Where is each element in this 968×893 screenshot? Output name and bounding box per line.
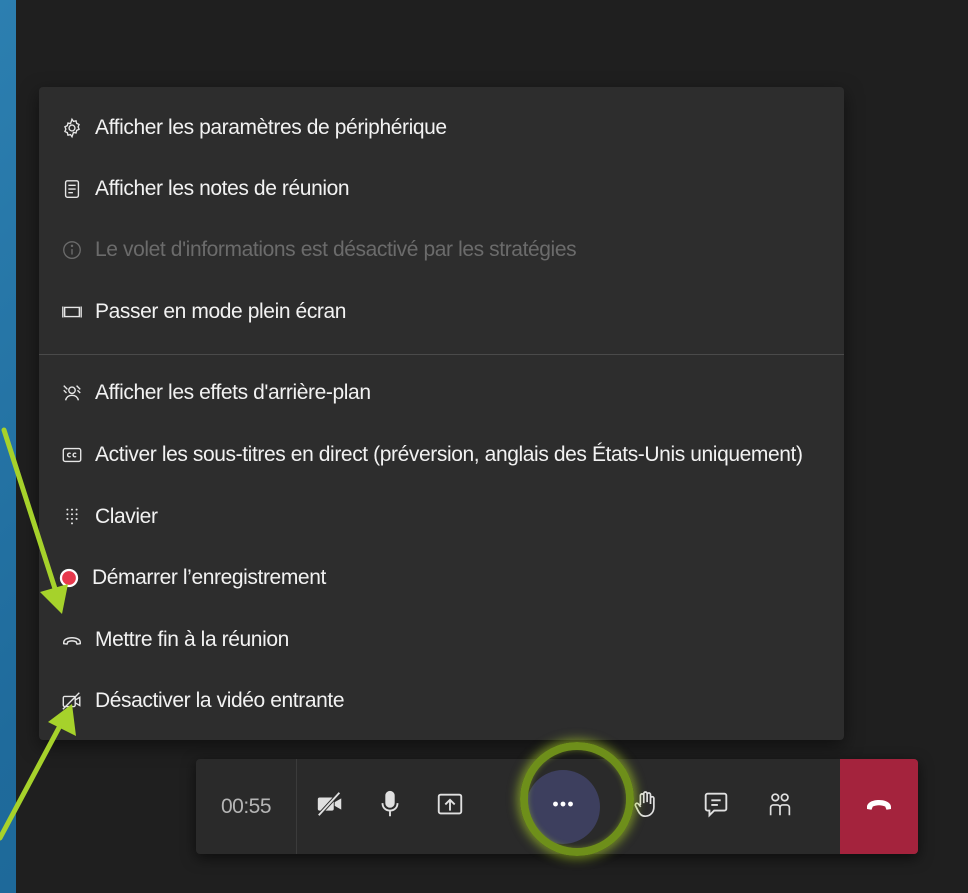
notes-icon	[61, 178, 83, 200]
background-effects-icon	[61, 382, 83, 404]
menu-item-label: Démarrer l’enregistrement	[92, 566, 326, 589]
menu-item-end-meeting[interactable]: Mettre fin à la réunion	[39, 616, 844, 664]
menu-item-disable-incoming-video[interactable]: Désactiver la vidéo entrante	[39, 677, 844, 725]
participants-icon	[765, 789, 795, 824]
menu-item-fullscreen[interactable]: Passer en mode plein écran	[39, 288, 844, 336]
menu-item-label: Mettre fin à la réunion	[95, 628, 289, 651]
microphone-icon	[375, 789, 405, 824]
share-screen-button[interactable]	[420, 759, 480, 854]
camera-off-icon	[315, 789, 345, 824]
menu-item-start-recording[interactable]: Démarrer l’enregistrement	[39, 554, 844, 602]
captions-icon	[61, 444, 83, 466]
info-icon	[61, 239, 83, 261]
call-timer: 00:55	[196, 759, 297, 854]
menu-item-meeting-notes[interactable]: Afficher les notes de réunion	[39, 165, 844, 213]
menu-item-live-captions[interactable]: Activer les sous-titres en direct (préve…	[39, 431, 844, 479]
menu-divider	[39, 354, 844, 355]
chat-icon	[701, 789, 731, 824]
video-off-icon	[61, 690, 83, 712]
highlight-ring	[520, 742, 634, 856]
menu-item-label: Désactiver la vidéo entrante	[95, 689, 345, 712]
record-icon	[58, 567, 80, 589]
menu-item-info-pane: Le volet d'informations est désactivé pa…	[39, 226, 844, 274]
share-screen-icon	[435, 789, 465, 824]
menu-item-label: Passer en mode plein écran	[95, 300, 347, 323]
more-options-menu: Afficher les paramètres de périphérique …	[39, 87, 844, 740]
microphone-button[interactable]	[360, 759, 420, 854]
camera-toggle-button[interactable]	[300, 759, 360, 854]
menu-item-label: Afficher les effets d'arrière-plan	[95, 381, 371, 404]
end-call-icon	[61, 629, 83, 651]
menu-item-device-settings[interactable]: Afficher les paramètres de périphérique	[39, 104, 844, 152]
menu-item-label: Le volet d'informations est désactivé pa…	[95, 238, 577, 261]
menu-item-label: Clavier	[95, 505, 158, 528]
menu-item-dialpad[interactable]: Clavier	[39, 493, 844, 541]
dialpad-icon	[61, 506, 83, 528]
menu-item-label: Activer les sous-titres en direct (préve…	[95, 443, 803, 466]
menu-item-label: Afficher les paramètres de périphérique	[95, 116, 447, 139]
menu-item-label: Afficher les notes de réunion	[95, 177, 350, 200]
hang-up-button[interactable]	[840, 759, 918, 854]
hang-up-icon	[863, 788, 895, 825]
fullscreen-icon	[61, 301, 83, 323]
chat-button[interactable]	[686, 759, 746, 854]
participants-button[interactable]	[750, 759, 810, 854]
gear-icon	[61, 117, 83, 139]
raise-hand-icon	[631, 789, 661, 824]
menu-item-background-effects[interactable]: Afficher les effets d'arrière-plan	[39, 369, 844, 417]
